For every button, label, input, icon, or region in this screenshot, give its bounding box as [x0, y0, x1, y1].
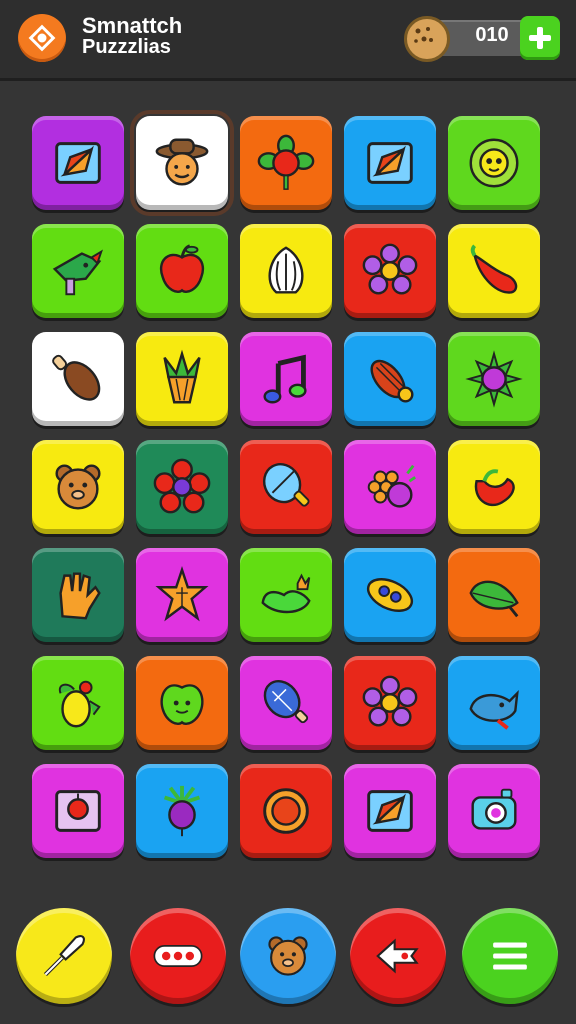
app-title: Smnattch Puzzzlias: [82, 14, 182, 58]
puzzle-logo-icon[interactable]: [18, 14, 66, 62]
board-tile[interactable]: [240, 224, 332, 318]
board-tile[interactable]: [240, 548, 332, 642]
score-counter: 010: [404, 14, 560, 62]
green-apple-face-icon: [160, 684, 204, 725]
red-button-card-icon: [55, 790, 101, 832]
blue-bird-icon: [469, 690, 519, 730]
board-tile[interactable]: [448, 440, 540, 534]
sunflower-face-icon: [469, 138, 519, 188]
board-tile[interactable]: [448, 116, 540, 210]
more-dots-button[interactable]: [130, 908, 226, 1004]
bear-face-button[interactable]: [240, 908, 336, 1004]
board-tile[interactable]: [448, 764, 540, 858]
compass-card-icon: [367, 142, 413, 184]
board-tile[interactable]: [136, 224, 228, 318]
bear-face-icon: [268, 936, 308, 976]
trowel-button[interactable]: [16, 908, 112, 1004]
chili-pepper-icon: [470, 244, 518, 294]
board-tile[interactable]: [448, 224, 540, 318]
board-tile[interactable]: [240, 332, 332, 426]
leaf-paddle-icon: [262, 463, 310, 507]
board-tile[interactable]: [240, 116, 332, 210]
star-flower-icon: [155, 565, 209, 622]
board-tile[interactable]: [344, 224, 436, 318]
board-tile[interactable]: [344, 332, 436, 426]
green-leaf-icon: [469, 580, 519, 618]
leaf-crown-icon: [261, 573, 311, 614]
board-tile[interactable]: [32, 224, 124, 318]
purple-flower-icon: [362, 675, 418, 727]
board-tile[interactable]: [136, 332, 228, 426]
bear-face-icon: [55, 464, 101, 510]
board-tile[interactable]: [32, 332, 124, 426]
board-tile[interactable]: [32, 656, 124, 750]
board-tile[interactable]: [240, 764, 332, 858]
app-title-line2: Puzzzlias: [82, 36, 171, 59]
board-tile[interactable]: [448, 332, 540, 426]
red-flower-icon: [153, 458, 211, 514]
music-note-icon: [263, 354, 307, 404]
board-tile[interactable]: [32, 440, 124, 534]
board-tile[interactable]: [136, 548, 228, 642]
board-tile[interactable]: [448, 656, 540, 750]
berry-flower-icon: [257, 134, 315, 190]
green-bird-icon: [52, 249, 103, 296]
menu-lines-icon: [493, 942, 527, 970]
grapes-icon: [367, 464, 416, 508]
pineapple-top-icon: [163, 349, 201, 404]
score-value: 010: [475, 24, 509, 46]
cookie-coin-icon: [404, 16, 450, 62]
bulb-icon: [263, 680, 309, 724]
board-tile[interactable]: [130, 110, 234, 216]
board-tile[interactable]: [136, 764, 228, 858]
menu-lines-button[interactable]: [462, 908, 558, 1004]
app-title-line1: Smnattch: [82, 13, 183, 38]
board-tile[interactable]: [32, 116, 124, 210]
yellow-pod-icon: [366, 578, 414, 612]
hand-arrow-button[interactable]: [350, 908, 446, 1004]
red-pepper-icon: [474, 469, 515, 507]
add-coins-button[interactable]: [520, 16, 560, 60]
board-tile[interactable]: [240, 656, 332, 750]
board-tile[interactable]: [344, 440, 436, 534]
compass-card-icon: [367, 790, 413, 832]
board-tile[interactable]: [344, 764, 436, 858]
board-tile[interactable]: [344, 116, 436, 210]
top-bar: Smnattch Puzzzlias 010: [0, 0, 576, 81]
board-tile[interactable]: [240, 440, 332, 534]
board-tile[interactable]: [448, 548, 540, 642]
spiky-ball-icon: [465, 350, 523, 408]
glove-icon: [59, 572, 101, 620]
board-tile[interactable]: [344, 656, 436, 750]
onion-icon: [370, 359, 414, 403]
hand-arrow-icon: [376, 938, 419, 974]
camera-icon: [471, 788, 517, 830]
cowboy-face-icon: [155, 138, 209, 186]
apple-icon: [160, 244, 204, 293]
plus-icon: [529, 27, 551, 49]
board-tile[interactable]: [32, 764, 124, 858]
board-tile[interactable]: [344, 548, 436, 642]
drumstick-icon: [52, 354, 101, 401]
orange-button-icon: [263, 788, 309, 834]
puzzle-board: [24, 100, 552, 880]
board-tile[interactable]: [32, 548, 124, 642]
trowel-icon: [43, 935, 85, 977]
bottom-toolbar: [0, 900, 576, 1024]
lemon-icon: [58, 680, 101, 728]
purple-flower-icon: [362, 243, 418, 295]
garlic-icon: [268, 246, 304, 294]
radish-icon: [163, 785, 201, 837]
compass-card-icon: [55, 142, 101, 184]
board-tile[interactable]: [136, 656, 228, 750]
board-tile[interactable]: [136, 440, 228, 534]
more-dots-icon: [153, 945, 203, 967]
